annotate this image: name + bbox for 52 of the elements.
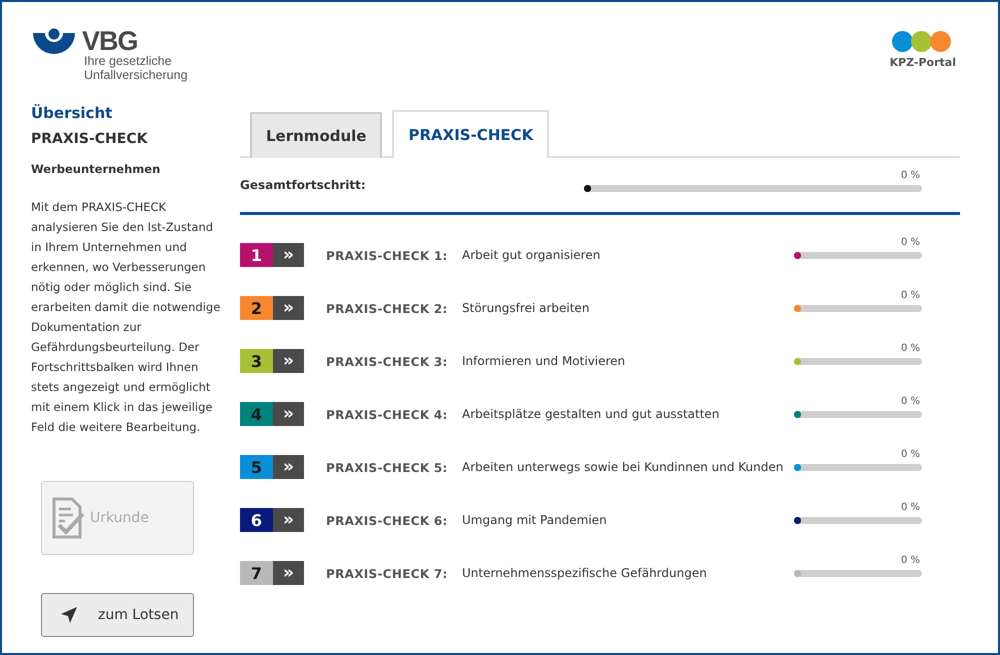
- open-check-button[interactable]: »: [273, 402, 304, 426]
- overview-heading[interactable]: Übersicht: [31, 104, 201, 122]
- check-title: PRAXIS-CHECK 3:: [326, 355, 449, 371]
- percent-reading: 0 %: [900, 502, 921, 513]
- check-topic[interactable]: Umgang mit Pandemien: [462, 513, 794, 533]
- open-check-button[interactable]: »: [273, 508, 304, 532]
- section-title: PRAXIS-CHECK: [31, 131, 149, 147]
- check-number[interactable]: 7: [240, 561, 273, 585]
- percent-reading: 0 %: [900, 237, 921, 248]
- logo-name: VBG: [82, 28, 139, 54]
- check-topic[interactable]: Arbeitsplätze gestalten und gut ausstatten: [462, 407, 794, 427]
- check-topic[interactable]: Störungsfrei arbeiten: [462, 301, 794, 321]
- check-topic[interactable]: Informieren und Motivieren: [462, 354, 794, 374]
- check-number[interactable]: 1: [240, 243, 273, 267]
- document-check-icon: [52, 497, 86, 539]
- percent-reading: 0 %: [900, 449, 921, 460]
- check-topic[interactable]: Arbeit gut organisieren: [462, 248, 794, 268]
- portal-label[interactable]: KPZ-Portal: [890, 56, 956, 69]
- navigation-arrow-icon: [60, 606, 78, 624]
- check-number[interactable]: 5: [240, 455, 273, 479]
- section-subtitle: Werbeunternehmen: [31, 162, 162, 176]
- description-text: Mit dem PRAXIS-CHECK analysieren Sie den Ist-Zustand in Ihrem Unternehmen und erkennen, wo Verbesserungen nötig oder möglich sind. Sie erarbeiten damit die notwendige Dokumentation zur Gefährdungsbeurteilung. Der Fortschrittsbalken wird Ihnen stets angezeigt und ermöglicht mit einem Klick in das jeweilige Feld die weitere Bearbeitung.: [31, 199, 221, 436]
- navigate-button[interactable]: zum Lotsen: [41, 593, 194, 637]
- open-check-button[interactable]: »: [273, 455, 304, 479]
- open-check-button[interactable]: »: [273, 296, 304, 320]
- open-check-button[interactable]: »: [273, 349, 304, 373]
- check-number[interactable]: 6: [240, 508, 273, 532]
- check-topic[interactable]: Arbeiten unterwegs sowie bei Kundinnen und Kunden: [462, 460, 794, 480]
- check-title: PRAXIS-CHECK 2:: [326, 302, 449, 318]
- percent-reading: 0 %: [900, 290, 921, 301]
- tab[interactable]: Lernmodule: [250, 112, 382, 158]
- open-check-button[interactable]: »: [273, 243, 304, 267]
- check-number[interactable]: 3: [240, 349, 273, 373]
- logo-icon: [32, 28, 76, 56]
- check-title: PRAXIS-CHECK 1:: [326, 249, 449, 265]
- portal-logo-icon[interactable]: [894, 31, 952, 52]
- check-number[interactable]: 2: [240, 296, 273, 320]
- check-number[interactable]: 4: [240, 402, 273, 426]
- check-title: PRAXIS-CHECK 5:: [326, 461, 449, 477]
- tab[interactable]: PRAXIS-CHECK: [392, 110, 550, 158]
- percent-reading: 0 %: [900, 170, 921, 181]
- logo-tagline: Ihre gesetzliche: [84, 54, 173, 68]
- logo-tagline: Unfallversicherung: [84, 68, 188, 82]
- percent-reading: 0 %: [900, 343, 921, 354]
- check-topic[interactable]: Unternehmensspezifische Gefährdungen: [462, 566, 794, 586]
- overall-progress-label: Gesamtfortschritt:: [240, 178, 366, 192]
- open-check-button[interactable]: »: [273, 561, 304, 585]
- percent-reading: 0 %: [900, 396, 921, 407]
- check-title: PRAXIS-CHECK 4:: [326, 408, 449, 424]
- check-title: PRAXIS-CHECK 7:: [326, 567, 449, 583]
- percent-reading: 0 %: [900, 555, 921, 566]
- check-title: PRAXIS-CHECK 6:: [326, 514, 449, 530]
